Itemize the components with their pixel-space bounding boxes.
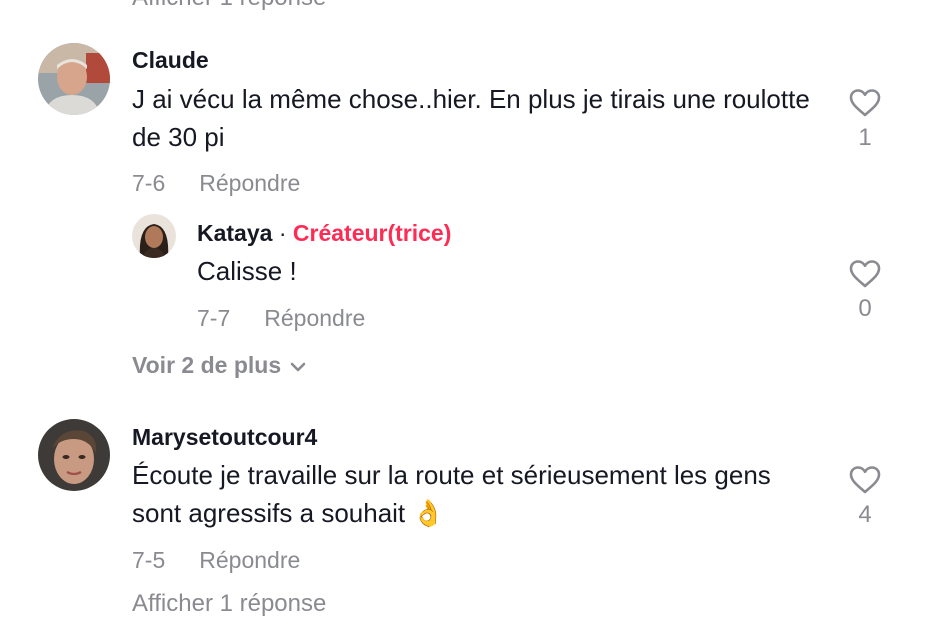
- view-more-replies-button[interactable]: Voir 2 de plus: [132, 352, 307, 379]
- reply-button[interactable]: Répondre: [199, 547, 300, 573]
- avatar[interactable]: [38, 419, 110, 491]
- heart-outline-icon[interactable]: [848, 259, 882, 289]
- creator-badge: Créateur(trice): [292, 220, 452, 246]
- comment-date: 7-5: [132, 547, 166, 573]
- comment-date: 7-6: [132, 170, 166, 196]
- separator-dot: ·: [278, 220, 287, 246]
- comment-username[interactable]: Claude: [132, 47, 209, 74]
- like-count: 0: [858, 295, 872, 322]
- comment-meta: 7-7 Répondre: [197, 305, 365, 332]
- like-count: 4: [858, 501, 872, 528]
- comment-date: 7-7: [197, 305, 231, 331]
- avatar[interactable]: [38, 43, 110, 115]
- like-button[interactable]: 0: [840, 259, 890, 323]
- comment-meta: 7-5 Répondre: [132, 547, 300, 574]
- comment-text: Écoute je travaille sur la route et séri…: [132, 460, 771, 528]
- comment-text: J ai vécu la même chose..hier. En plus j…: [132, 84, 810, 152]
- avatar[interactable]: [132, 214, 176, 258]
- like-count: 1: [858, 124, 872, 151]
- comment-username[interactable]: Marysetoutcour4: [132, 424, 317, 451]
- reply-header: Kataya · Créateur(trice): [197, 220, 451, 247]
- view-replies-link-top[interactable]: Afficher 1 réponse: [132, 0, 326, 12]
- view-replies-link-bottom[interactable]: Afficher 1 réponse: [132, 590, 326, 618]
- comment-username[interactable]: Kataya: [197, 220, 272, 246]
- comment-meta: 7-6 Répondre: [132, 170, 300, 197]
- chevron-down-icon: [290, 362, 306, 372]
- comment-text: Calisse !: [197, 256, 297, 286]
- view-more-label: Voir 2 de plus: [132, 352, 282, 378]
- reply-button[interactable]: Répondre: [199, 170, 300, 196]
- heart-outline-icon[interactable]: [848, 88, 882, 118]
- like-button[interactable]: 4: [840, 465, 890, 529]
- reply-button[interactable]: Répondre: [264, 305, 365, 331]
- like-button[interactable]: 1: [840, 88, 890, 152]
- heart-outline-icon[interactable]: [848, 465, 882, 495]
